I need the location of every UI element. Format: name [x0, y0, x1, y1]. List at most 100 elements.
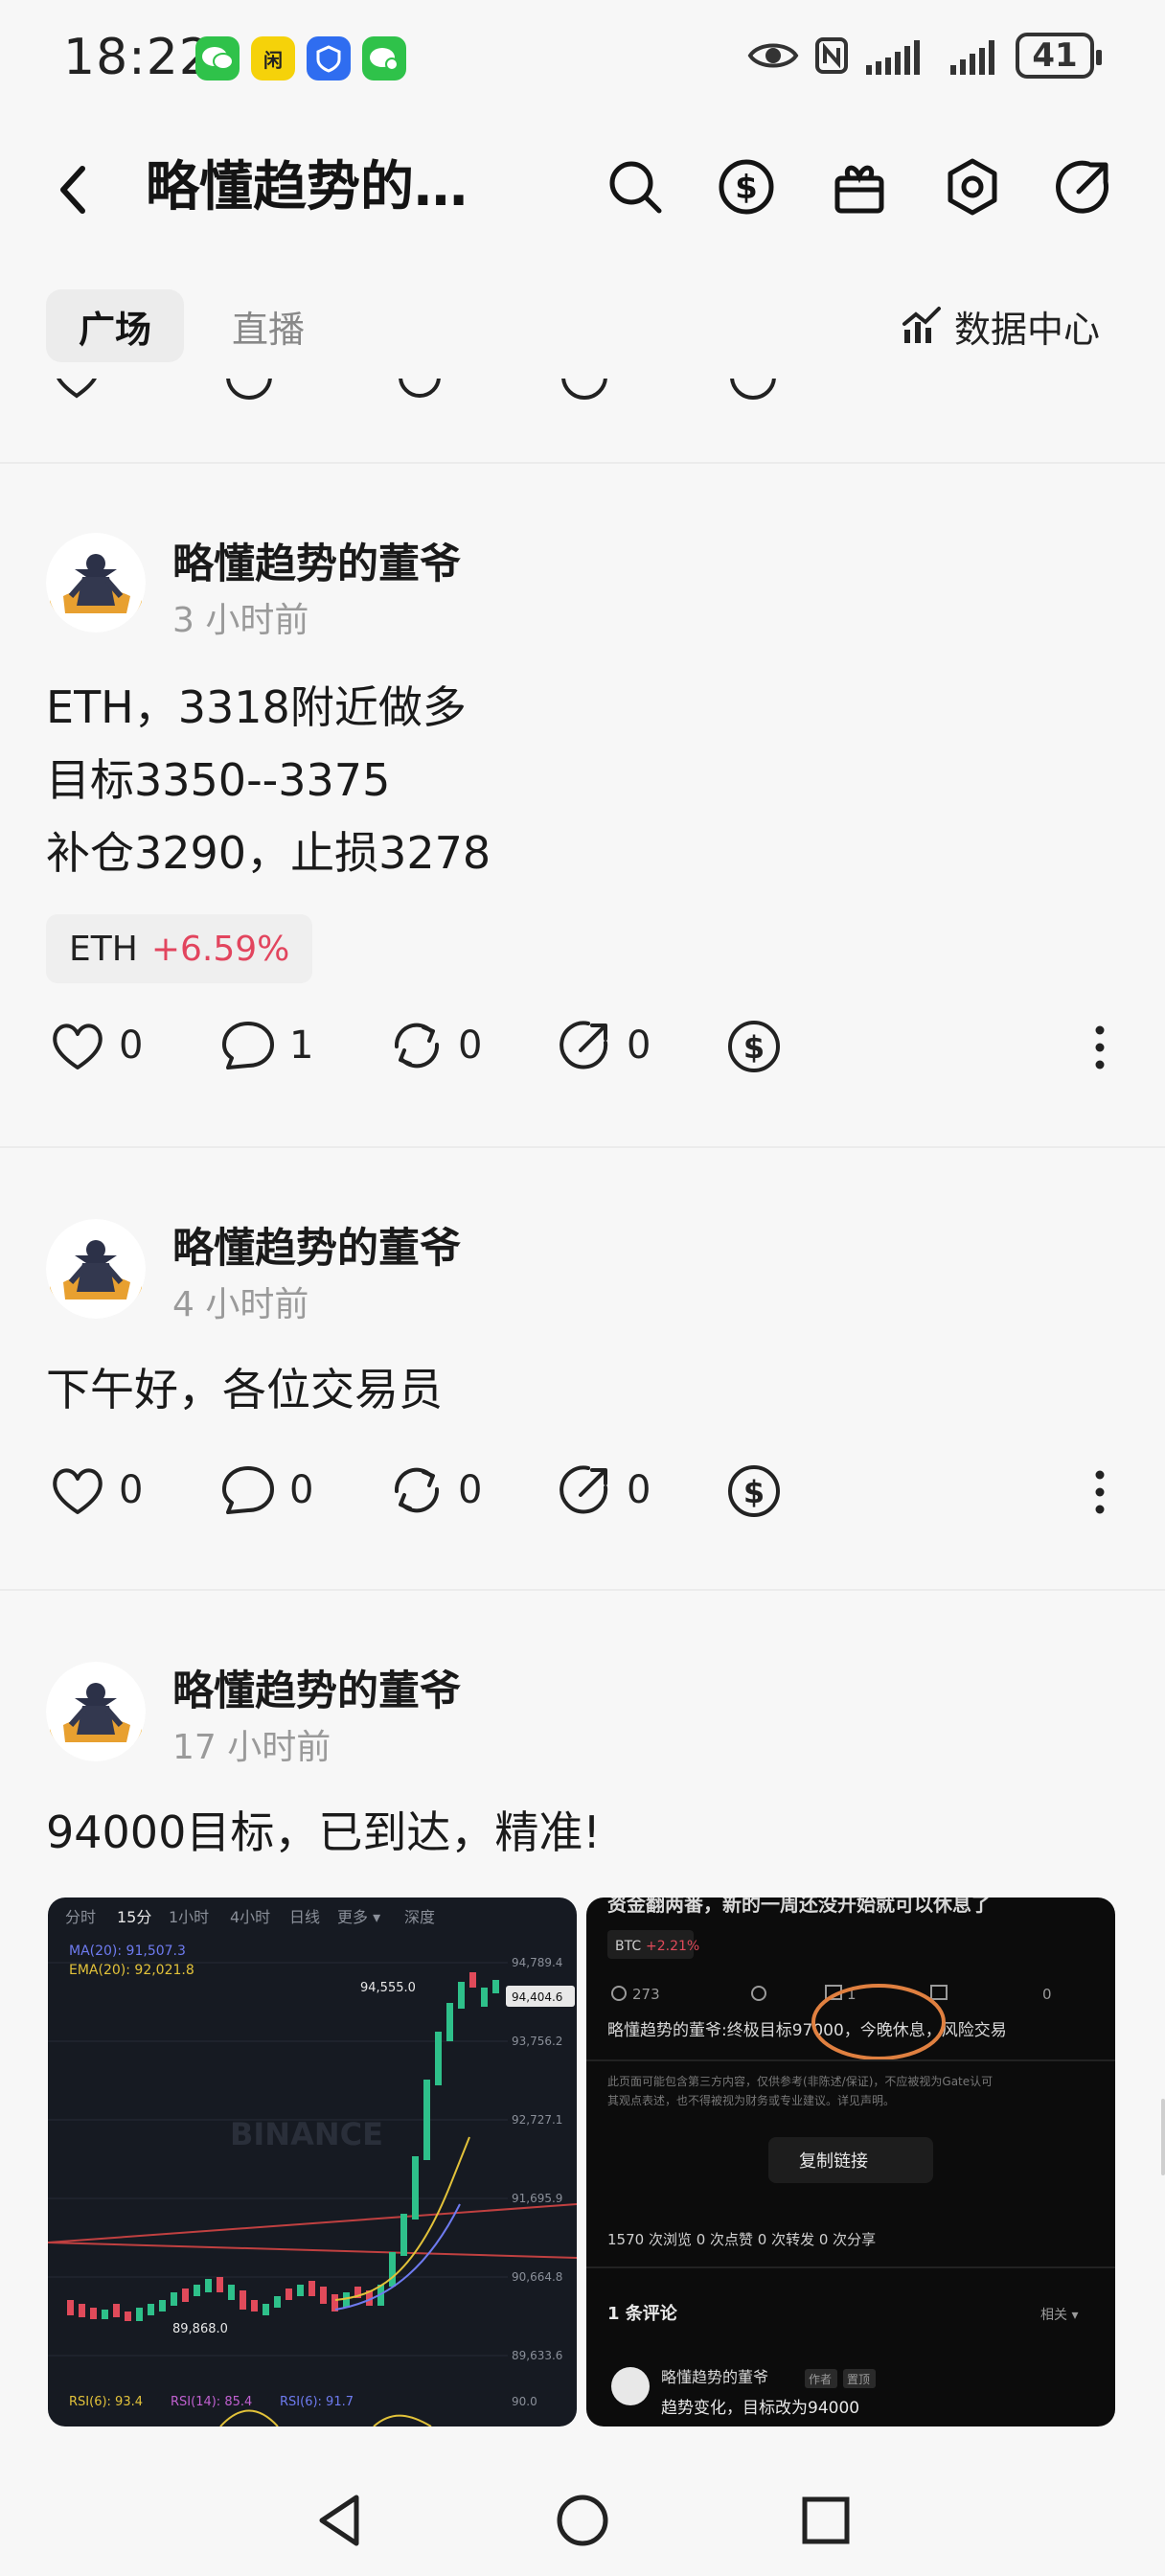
repost-icon[interactable] [393, 379, 446, 403]
post-text-line: 94000目标，已到达，精准! [46, 1806, 601, 1858]
price-axis-label: 91,695.9 [512, 2192, 562, 2205]
post-card[interactable]: 略懂趋势的董爷 17 小时前 94000目标，已到达，精准! 分时 15分 1小… [0, 1591, 1165, 2453]
more-icon[interactable] [1088, 1024, 1111, 1071]
post-text-line: ETH，3318附近做多 [46, 681, 467, 733]
wechat-icon [195, 36, 240, 80]
comment-sort: 相关 ▾ [1040, 2308, 1078, 2323]
home-circle-icon[interactable] [556, 2494, 609, 2547]
share-count: 0 [627, 1468, 651, 1512]
settings-icon[interactable] [939, 153, 1006, 220]
comment-icon [222, 1466, 274, 1514]
tip-icon[interactable]: $ [726, 1019, 782, 1074]
chart-tab: 1小时 [169, 1908, 209, 1926]
recents-square-icon[interactable] [801, 2496, 851, 2545]
post-text-line: 下午好，各位交易员 [46, 1364, 443, 1415]
repost-icon [394, 1467, 440, 1513]
comment-header: 1 条评论 [607, 2303, 678, 2324]
data-center-link[interactable]: 数据中心 [901, 295, 1100, 356]
like-action[interactable]: 0 [50, 1020, 143, 1071]
commenter-name: 略懂趋势的董爷 [661, 2368, 768, 2386]
gift-icon[interactable] [826, 153, 893, 220]
scrollbar[interactable] [1161, 2099, 1165, 2175]
system-nav-bar [0, 2453, 1165, 2576]
comment-action[interactable]: 0 [220, 1464, 313, 1516]
price-axis-label: 90,664.8 [512, 2270, 562, 2284]
share-icon[interactable] [558, 379, 611, 403]
comment-action[interactable]: 1 [220, 1020, 313, 1071]
price-axis-label: 90.0 [512, 2395, 537, 2408]
wechat-pay-icon [362, 36, 406, 80]
chart-tab: 更多 ▾ [337, 1908, 380, 1926]
more-icon[interactable] [1088, 1468, 1111, 1516]
rsi-label: RSI(14): 85.4 [171, 2395, 252, 2409]
share-action[interactable]: 0 [558, 1020, 651, 1071]
like-count: 0 [119, 1024, 144, 1068]
avatar[interactable] [46, 1219, 146, 1319]
copy-link-button: 复制链接 [799, 2151, 868, 2172]
app-icon: 闲 [251, 36, 295, 80]
author-name[interactable]: 略懂趋势的董爷 [172, 531, 461, 590]
share-action[interactable]: 0 [558, 1464, 651, 1516]
comment-text: 趋势变化，目标改为94000 [661, 2399, 859, 2418]
repost-action[interactable]: 0 [389, 1020, 482, 1071]
tip-icon[interactable] [726, 379, 780, 403]
share-icon [560, 1465, 608, 1514]
screenshot-stat: 0 [1042, 1986, 1052, 2003]
share-count: 0 [627, 1024, 651, 1068]
share-icon[interactable] [1050, 153, 1117, 220]
author-badge: 作者 [809, 2373, 832, 2386]
chart-tab: 分时 [65, 1908, 96, 1926]
security-app-icon [307, 36, 351, 80]
author-name[interactable]: 略懂趋势的董爷 [172, 1658, 461, 1717]
search-icon[interactable] [602, 153, 669, 220]
author-name[interactable]: 略懂趋势的董爷 [172, 1215, 461, 1275]
rsi-label: RSI(6): 93.4 [69, 2395, 143, 2409]
chart-tab: 深度 [404, 1908, 435, 1926]
page-title: 略懂趋势的… [146, 156, 468, 218]
nfc-icon [815, 37, 848, 74]
avatar[interactable] [46, 533, 146, 632]
post-card[interactable]: 略懂趋势的董爷 4 小时前 下午好，各位交易员 0 0 0 0 $ [0, 1148, 1165, 1591]
like-action[interactable]: 0 [50, 1464, 143, 1516]
comment-count: 0 [289, 1468, 314, 1512]
chart-icon [902, 307, 941, 343]
rsi-label: RSI(6): 91.7 [280, 2395, 354, 2409]
ema-label: EMA(20): 92,021.8 [69, 1963, 194, 1978]
share-icon [560, 1021, 608, 1070]
price-axis-label: 94,404.6 [512, 1990, 562, 2004]
chart-tab: 日线 [289, 1908, 320, 1926]
screenshot-tag-change: +2.21% [646, 1939, 699, 1954]
price-axis-label: 92,727.1 [512, 2113, 562, 2127]
like-count: 0 [119, 1468, 144, 1512]
prev-post-actions [0, 379, 1165, 460]
ma-label: MA(20): 91,507.3 [69, 1944, 186, 1959]
dollar-icon[interactable]: $ [713, 153, 780, 220]
screenshot-stat: 273 [632, 1986, 660, 2003]
tab-square[interactable]: 广场 [46, 289, 184, 362]
post-text-line: 目标3350--3375 [46, 754, 391, 806]
comment-icon[interactable] [222, 379, 276, 403]
battery-indicator: 41 [1016, 33, 1102, 79]
post-card[interactable]: 略懂趋势的董爷 3 小时前 ETH，3318附近做多 目标3350--3375 … [0, 464, 1165, 1148]
watermark: BINANCE [230, 2116, 383, 2152]
repost-count: 0 [458, 1468, 483, 1512]
tab-live[interactable]: 直播 [201, 289, 335, 362]
status-bar: 18:22 闲 41 [0, 0, 1165, 115]
price-axis-label: 93,756.2 [512, 2035, 562, 2048]
screenshot-header: 资金翻两番，新的一周还没开始就可以休息了 [607, 1898, 991, 1916]
coin-tag[interactable]: ETH +6.59% [46, 914, 313, 983]
screenshot-tag: BTC [615, 1939, 641, 1954]
high-label: 94,555.0 [360, 1981, 416, 1995]
repost-action[interactable]: 0 [389, 1464, 482, 1516]
post-image-chart[interactable]: 分时 15分 1小时 4小时 日线 更多 ▾ 深度 MA(20): 91,507… [48, 1898, 577, 2426]
signal-icon [866, 40, 920, 75]
avatar[interactable] [46, 1662, 146, 1761]
back-icon[interactable] [54, 163, 92, 217]
back-triangle-icon[interactable] [314, 2492, 364, 2549]
tip-icon[interactable]: $ [726, 1463, 782, 1519]
price-axis-label: 89,633.6 [512, 2349, 562, 2362]
battery-level: 41 [1032, 36, 1078, 75]
post-image-screenshot[interactable]: 资金翻两番，新的一周还没开始就可以休息了 BTC +2.21% 273 1 0 … [586, 1898, 1115, 2426]
heart-icon[interactable] [50, 379, 103, 403]
repost-count: 0 [458, 1024, 483, 1068]
